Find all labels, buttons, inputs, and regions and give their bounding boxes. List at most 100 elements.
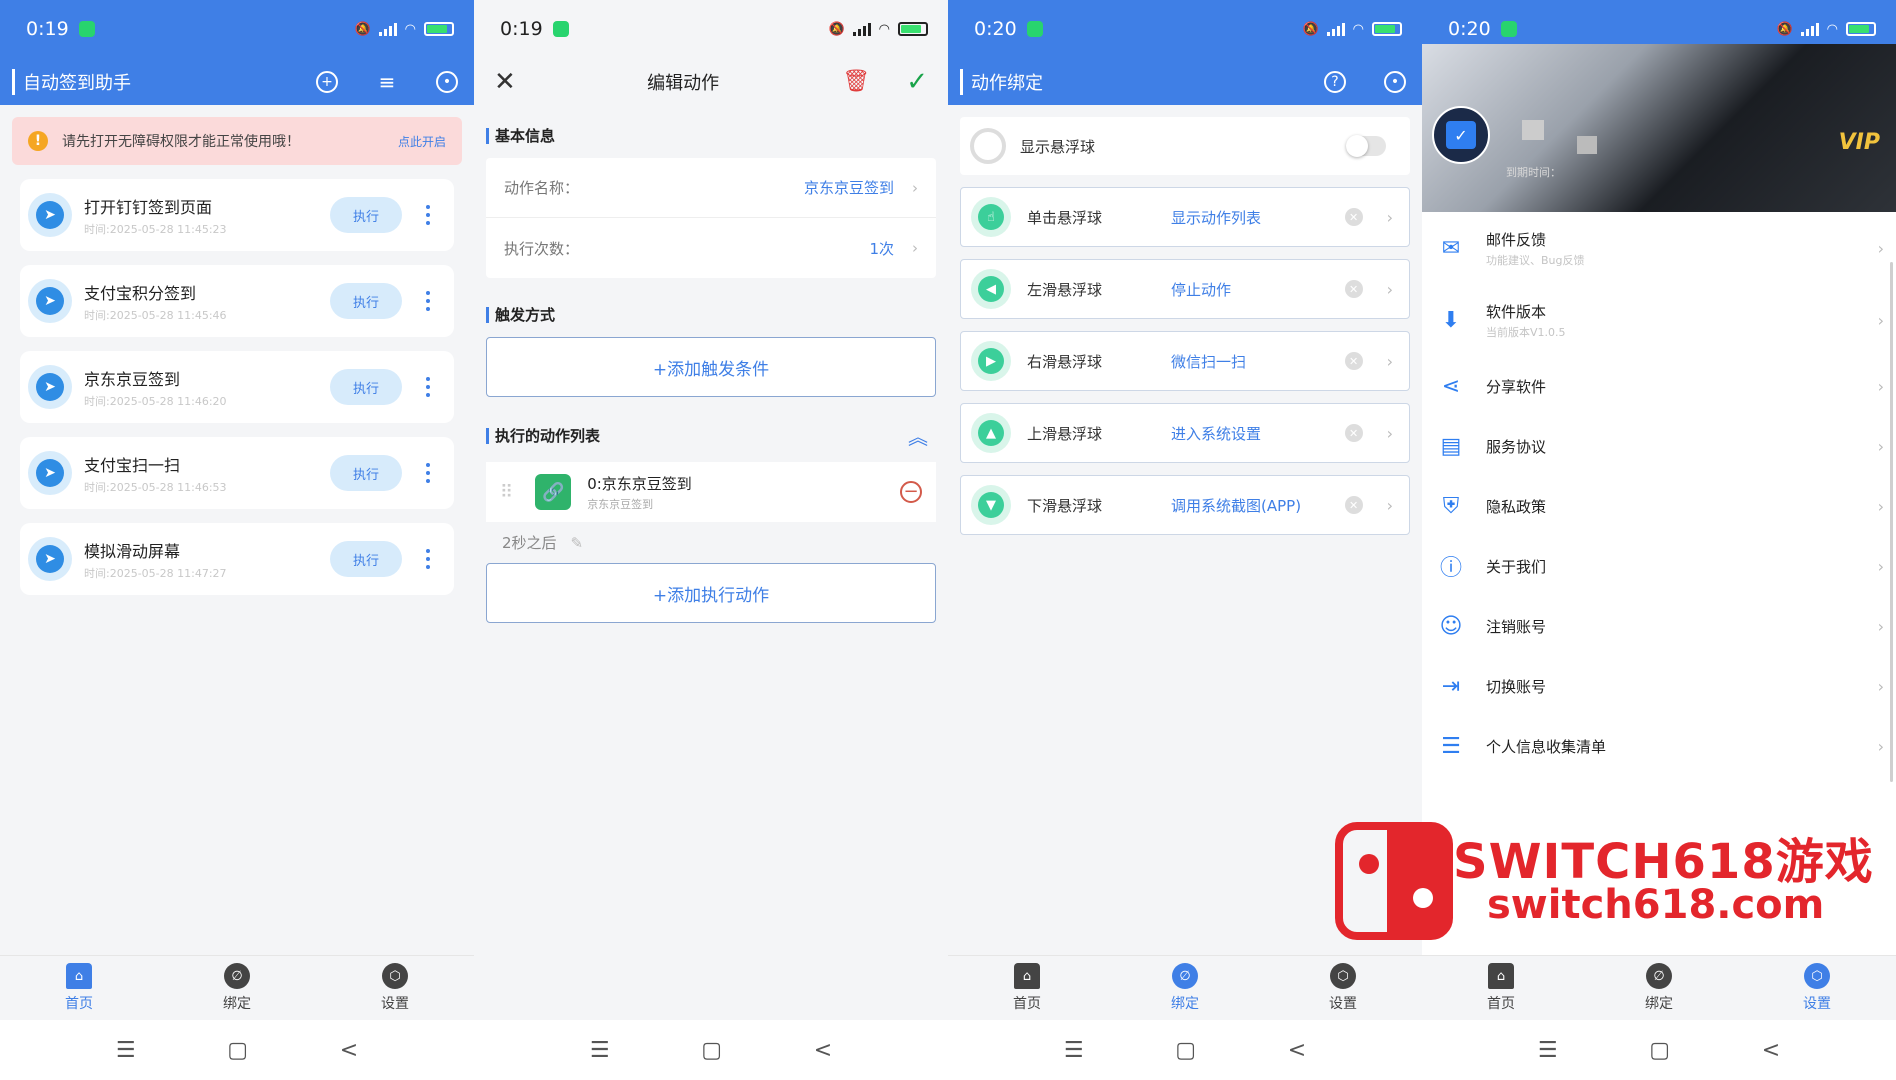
- chevron-right-icon: ›: [1877, 238, 1884, 258]
- toggle-label: 显示悬浮球: [1020, 137, 1096, 156]
- menu-item[interactable]: ⇥ 切换账号 ›: [1422, 656, 1896, 716]
- edit-pencil-icon[interactable]: ✎: [571, 534, 584, 552]
- binding-row[interactable]: ☝ 单击悬浮球 显示动作列表 ✕ ›: [960, 187, 1410, 247]
- action-list-item[interactable]: ⠿ 🔗 0:京东京豆签到 京东京豆签到 −: [486, 462, 936, 522]
- menu-key-icon[interactable]: ☰: [1064, 1038, 1084, 1063]
- add-trigger-button[interactable]: +添加触发条件: [486, 337, 936, 397]
- clear-icon[interactable]: ✕: [1344, 280, 1363, 298]
- binding-row[interactable]: ◀ 左滑悬浮球 停止动作 ✕ ›: [960, 259, 1410, 319]
- task-row[interactable]: ➤ 支付宝扫一扫 时间:2025-05-28 11:46:53 执行: [20, 437, 454, 509]
- binding-row[interactable]: ▶ 右滑悬浮球 微信扫一扫 ✕ ›: [960, 331, 1410, 391]
- nav-settings[interactable]: ⬡ 设置: [1767, 963, 1867, 1013]
- gesture-name: 右滑悬浮球: [1027, 352, 1103, 371]
- sort-icon[interactable]: ≡: [376, 70, 398, 94]
- menu-key-icon[interactable]: ☰: [1538, 1038, 1558, 1063]
- execute-button[interactable]: 执行: [330, 455, 402, 491]
- task-time: 时间:2025-05-28 11:45:46: [84, 308, 227, 322]
- notification-icon: [552, 21, 569, 37]
- action-name-row[interactable]: 动作名称： 京东京豆签到 ›: [486, 158, 936, 218]
- back-key-icon[interactable]: <: [814, 1038, 832, 1063]
- back-key-icon[interactable]: <: [1762, 1038, 1780, 1063]
- delete-icon[interactable]: 🗑: [842, 69, 870, 94]
- gesture-name: 下滑悬浮球: [1027, 496, 1103, 515]
- nav-home[interactable]: ⌂ 首页: [977, 963, 1077, 1013]
- nav-home[interactable]: ⌂ 首页: [1451, 963, 1551, 1013]
- collapse-icon[interactable]: ︽: [908, 421, 928, 450]
- enable-permission-link[interactable]: 点此开启: [398, 133, 446, 150]
- status-bar: 0:20 🔕 ◠: [948, 0, 1422, 58]
- clock: 0:19: [500, 18, 543, 40]
- task-time: 时间:2025-05-28 11:46:20: [84, 394, 227, 408]
- exec-count-row[interactable]: 执行次数： 1次 ›: [486, 218, 936, 278]
- clear-icon[interactable]: ✕: [1344, 424, 1363, 442]
- task-row[interactable]: ➤ 京东京豆签到 时间:2025-05-28 11:46:20 执行: [20, 351, 454, 423]
- menu-key-icon[interactable]: ☰: [590, 1038, 610, 1063]
- home-key-icon[interactable]: ▢: [1175, 1038, 1196, 1063]
- nav-home-label: 首页: [1013, 996, 1041, 1012]
- clear-icon[interactable]: ✕: [1344, 496, 1363, 514]
- home-key-icon[interactable]: ▢: [1649, 1038, 1670, 1063]
- task-row[interactable]: ➤ 模拟滑动屏幕 时间:2025-05-28 11:47:27 执行: [20, 523, 454, 595]
- exec-count-label: 执行次数：: [504, 239, 580, 258]
- binding-row[interactable]: ▼ 下滑悬浮球 调用系统截图(APP) ✕ ›: [960, 475, 1410, 535]
- back-key-icon[interactable]: <: [1288, 1038, 1306, 1063]
- nav-bind[interactable]: ∅ 绑定: [187, 963, 287, 1013]
- notification-icon: [1026, 21, 1043, 37]
- clear-icon[interactable]: ✕: [1344, 208, 1363, 226]
- nav-bind[interactable]: ∅ 绑定: [1135, 963, 1235, 1013]
- menu-item[interactable]: ☺ 注销账号 ›: [1422, 596, 1896, 656]
- remove-icon[interactable]: −: [900, 481, 922, 503]
- menu-item[interactable]: ⛨ 隐私政策 ›: [1422, 476, 1896, 536]
- add-icon[interactable]: +: [316, 70, 338, 93]
- back-key-icon[interactable]: <: [340, 1038, 358, 1063]
- settings-icon[interactable]: •: [436, 70, 458, 93]
- nav-home[interactable]: ⌂ 首页: [29, 963, 129, 1013]
- action-binding-screen: 0:20 🔕 ◠ 动作绑定 ? • 显示悬浮球 ☝ 单击悬浮球 显示动作列表 ✕ › ◀ 左…: [948, 0, 1422, 1080]
- home-key-icon[interactable]: ▢: [227, 1038, 248, 1063]
- nav-settings[interactable]: ⬡ 设置: [345, 963, 445, 1013]
- menu-item-name: 注销账号: [1486, 617, 1547, 636]
- more-icon[interactable]: [426, 463, 432, 483]
- confirm-icon[interactable]: ✓: [906, 67, 928, 97]
- scrollbar[interactable]: [1890, 262, 1893, 782]
- edit-header: ✕ 编辑动作 🗑 ✓: [474, 58, 948, 105]
- action-item-name: 0:京东京豆签到: [587, 474, 692, 493]
- info-icon: ⓘ: [1439, 556, 1462, 581]
- gear-icon: ⬡: [1804, 963, 1830, 989]
- more-icon[interactable]: [426, 377, 432, 397]
- task-row[interactable]: ➤ 打开钉钉签到页面 时间:2025-05-28 11:45:23 执行: [20, 179, 454, 251]
- execute-button[interactable]: 执行: [330, 541, 402, 577]
- more-icon[interactable]: [426, 549, 432, 569]
- execute-button[interactable]: 执行: [330, 283, 402, 319]
- nav-settings[interactable]: ⬡ 设置: [1293, 963, 1393, 1013]
- cursor-icon: ➤: [28, 279, 72, 323]
- execute-button[interactable]: 执行: [330, 369, 402, 405]
- more-icon[interactable]: [426, 291, 432, 311]
- task-row[interactable]: ➤ 支付宝积分签到 时间:2025-05-28 11:45:46 执行: [20, 265, 454, 337]
- menu-item[interactable]: ▤ 服务协议 ›: [1422, 416, 1896, 476]
- help-icon[interactable]: ?: [1324, 70, 1346, 93]
- menu-key-icon[interactable]: ☰: [116, 1038, 136, 1063]
- menu-item[interactable]: ⓘ 关于我们 ›: [1422, 536, 1896, 596]
- menu-item-name: 关于我们: [1486, 557, 1547, 576]
- more-icon[interactable]: [426, 205, 432, 225]
- shield-icon: ⛨: [1442, 493, 1460, 519]
- drag-handle-icon[interactable]: ⠿: [500, 482, 513, 503]
- clear-icon[interactable]: ✕: [1344, 352, 1363, 370]
- nav-settings-label: 设置: [381, 996, 409, 1012]
- settings-icon[interactable]: •: [1384, 70, 1406, 93]
- menu-item[interactable]: ✉ 邮件反馈 功能建议、Bug反馈 ›: [1422, 212, 1896, 284]
- menu-item[interactable]: ⬇ 软件版本 当前版本V1.0.5 ›: [1422, 284, 1896, 356]
- floating-ball-switch[interactable]: [1346, 135, 1386, 157]
- menu-item-sub: 当前版本V1.0.5: [1486, 325, 1566, 339]
- menu-item[interactable]: ☰ 个人信息收集清单 ›: [1422, 716, 1896, 776]
- home-icon: ⌂: [1488, 963, 1514, 989]
- nav-bind[interactable]: ∅ 绑定: [1609, 963, 1709, 1013]
- menu-item[interactable]: ⋖ 分享软件 ›: [1422, 356, 1896, 416]
- avatar[interactable]: ✓: [1432, 106, 1490, 164]
- close-icon[interactable]: ✕: [494, 67, 524, 97]
- execute-button[interactable]: 执行: [330, 197, 402, 233]
- home-key-icon[interactable]: ▢: [701, 1038, 722, 1063]
- binding-row[interactable]: ▲ 上滑悬浮球 进入系统设置 ✕ ›: [960, 403, 1410, 463]
- add-action-button[interactable]: +添加执行动作: [486, 563, 936, 623]
